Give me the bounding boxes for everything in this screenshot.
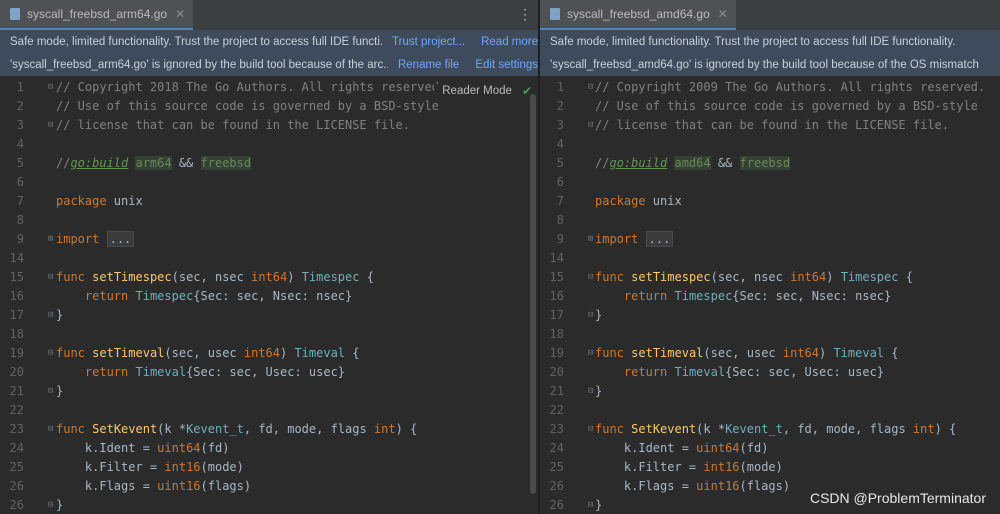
code-line: 20 return Timeval{Sec: sec, Usec: usec}: [9, 365, 346, 379]
more-options-icon[interactable]: ⋮: [518, 7, 532, 21]
go-file-icon: [550, 8, 560, 20]
import-fold[interactable]: ...: [645, 231, 674, 247]
fold-icon[interactable]: ⊟: [48, 382, 53, 401]
code-line: 4: [556, 137, 564, 151]
code-line: 17 ⊟}: [540, 306, 1000, 325]
fold-icon[interactable]: ⊟: [48, 496, 53, 514]
build-ignored-banner: 'syscall_freebsd_arm64.go' is ignored by…: [0, 53, 538, 76]
code-line: 21 ⊟}: [540, 382, 1000, 401]
code-line: 15 ⊟ func setTimespec(sec, nsec int64) Tim…: [540, 268, 1000, 287]
code-line: 26 ⊟}: [0, 496, 538, 514]
code-line: 8: [556, 213, 564, 227]
close-icon[interactable]: ✕: [718, 7, 728, 21]
code-line: 18: [549, 327, 564, 341]
safe-mode-banner: Safe mode, limited functionality. Trust …: [540, 30, 1000, 54]
import-fold[interactable]: ...: [106, 231, 135, 247]
code-line: 19 ⊟ func setTimeval(sec, usec int64) Time…: [540, 344, 1000, 363]
code-line: 25 k.Filter = int16(mode): [549, 460, 783, 474]
code-line: 6: [556, 175, 564, 189]
code-line: 26 k.Flags = uint16(flags): [9, 479, 252, 493]
fold-icon[interactable]: ⊟: [588, 268, 593, 287]
reader-mode-toggle[interactable]: Reader Mode ✔: [434, 84, 532, 98]
left-editor-pane: syscall_freebsd_arm64.go ✕ ⋮ Safe mode, …: [0, 0, 538, 514]
fold-icon[interactable]: ⊟: [48, 306, 53, 325]
code-line: 20 return Timeval{Sec: sec, Usec: usec}: [549, 365, 885, 379]
tab-bar: syscall_freebsd_arm64.go ✕ ⋮: [0, 0, 538, 31]
code-line: 9 ⊞ import ...: [0, 230, 538, 249]
code-line: 25 k.Filter = int16(mode): [9, 460, 244, 474]
fold-icon[interactable]: ⊟: [588, 420, 593, 439]
edit-settings-link[interactable]: Edit settings: [475, 59, 538, 71]
code-line: 7 package unix: [16, 194, 143, 208]
fold-icon[interactable]: ⊟: [48, 78, 53, 97]
code-line: 16 return Timespec{Sec: sec, Nsec: nsec}: [9, 289, 353, 303]
code-line: 23 ⊟ func SetKevent(k *Kevent_t, fd, mode,…: [0, 420, 538, 439]
code-line: 1 ⊟// Copyright 2009 The Go Authors. All …: [540, 78, 1000, 97]
fold-icon[interactable]: ⊟: [48, 420, 53, 439]
code-line: 16 return Timespec{Sec: sec, Nsec: nsec}: [549, 289, 892, 303]
tab-label: syscall_freebsd_amd64.go: [567, 7, 710, 21]
tab-bar: syscall_freebsd_amd64.go ✕: [540, 0, 1000, 31]
watermark: CSDN @ProblemTerminator: [809, 490, 986, 506]
code-line: 9 ⊞ import ...: [540, 230, 1000, 249]
trust-project-link[interactable]: Trust project...: [392, 36, 465, 48]
code-line: 22: [9, 403, 24, 417]
tab-syscall-freebsd-amd64[interactable]: syscall_freebsd_amd64.go ✕: [540, 0, 736, 31]
code-line: 4: [16, 137, 24, 151]
code-line: 21 ⊟}: [0, 382, 538, 401]
banner-message: Safe mode, limited functionality. Trust …: [10, 35, 383, 48]
code-line: 6: [16, 175, 24, 189]
code-line: 24 k.Ident = uint64(fd): [9, 441, 230, 455]
code-line: 22: [549, 403, 564, 417]
fold-icon[interactable]: ⊟: [588, 306, 593, 325]
banner-message: Safe mode, limited functionality. Trust …: [550, 35, 956, 48]
fold-icon[interactable]: ⊟: [588, 78, 593, 97]
vertical-scrollbar[interactable]: [530, 94, 536, 494]
code-line: 14: [549, 251, 564, 265]
code-line: 2// Use of this source code is governed …: [16, 99, 439, 113]
right-editor-pane: syscall_freebsd_amd64.go ✕ Safe mode, li…: [540, 0, 1000, 514]
fold-icon[interactable]: ⊟: [588, 496, 593, 514]
tab-label: syscall_freebsd_arm64.go: [27, 7, 168, 21]
code-line: 7 package unix: [556, 194, 682, 208]
code-line: 24 k.Ident = uint64(fd): [549, 441, 769, 455]
code-line: 3 ⊟// license that can be found in the LI…: [0, 116, 538, 135]
banner-message: 'syscall_freebsd_arm64.go' is ignored by…: [10, 58, 388, 71]
reader-mode-label: Reader Mode: [442, 85, 512, 97]
code-line: 17 ⊟}: [0, 306, 538, 325]
close-icon[interactable]: ✕: [175, 7, 185, 21]
fold-icon[interactable]: ⊟: [48, 116, 53, 135]
code-line: 18: [9, 327, 24, 341]
rename-file-link[interactable]: Rename file: [398, 59, 459, 71]
code-editor[interactable]: 1 ⊟// Copyright 2009 The Go Authors. All …: [540, 76, 1000, 514]
code-editor[interactable]: 1 ⊟// Copyright 2018 The Go Authors. All …: [0, 76, 538, 514]
fold-icon[interactable]: ⊟: [48, 268, 53, 287]
build-ignored-banner: 'syscall_freebsd_amd64.go' is ignored by…: [540, 53, 1000, 76]
code-line: 15 ⊟ func setTimespec(sec, nsec int64) Tim…: [0, 268, 538, 287]
read-more-link[interactable]: Read more: [481, 36, 538, 48]
fold-icon[interactable]: ⊟: [48, 344, 53, 363]
code-line: 19 ⊟ func setTimeval(sec, usec int64) Time…: [0, 344, 538, 363]
fold-icon[interactable]: ⊟: [588, 116, 593, 135]
safe-mode-banner: Safe mode, limited functionality. Trust …: [0, 30, 538, 54]
fold-icon[interactable]: ⊟: [588, 382, 593, 401]
fold-icon[interactable]: ⊟: [588, 344, 593, 363]
code-line: 14: [9, 251, 24, 265]
tab-syscall-freebsd-arm64[interactable]: syscall_freebsd_arm64.go ✕: [0, 0, 194, 31]
code-line: 8: [16, 213, 24, 227]
code-line: 5//go:build arm64 && freebsd: [16, 156, 252, 170]
banner-message: 'syscall_freebsd_amd64.go' is ignored by…: [550, 58, 979, 71]
code-line: 3 ⊟// license that can be found in the LI…: [540, 116, 1000, 135]
go-file-icon: [10, 8, 20, 20]
fold-icon[interactable]: ⊞: [48, 230, 53, 249]
code-line: 23 ⊟ func SetKevent(k *Kevent_t, fd, mode,…: [540, 420, 1000, 439]
code-line: 5//go:build amd64 && freebsd: [556, 156, 791, 170]
code-line: 2// Use of this source code is governed …: [556, 99, 978, 113]
fold-icon[interactable]: ⊞: [588, 230, 593, 249]
